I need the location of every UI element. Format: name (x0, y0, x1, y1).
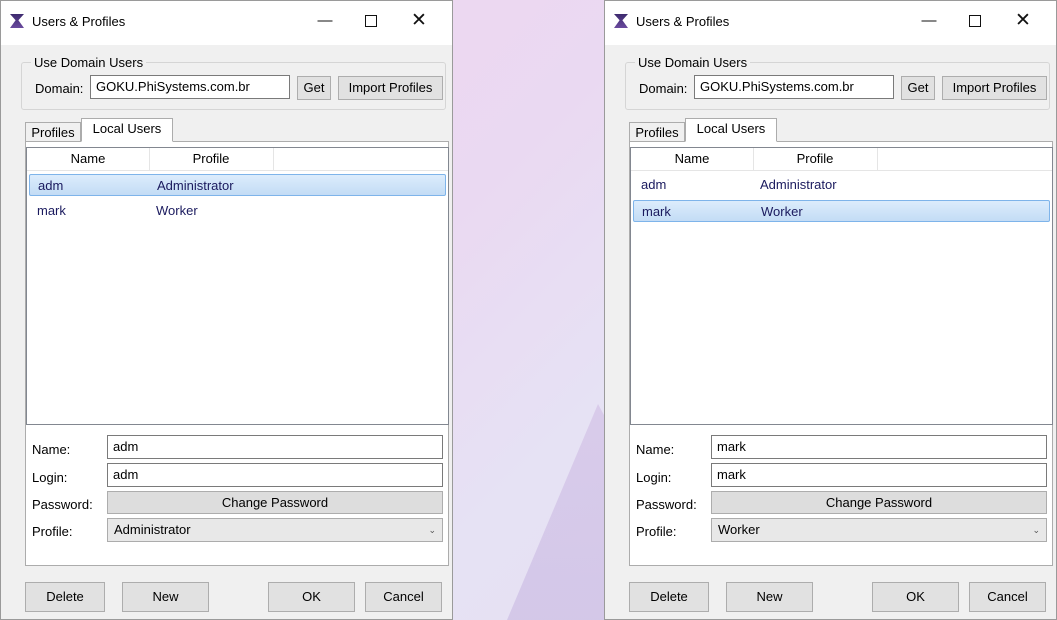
login-field[interactable]: adm (107, 463, 443, 487)
app-logo-icon (10, 14, 24, 28)
title-bar[interactable]: Users & Profiles — ✕ (605, 1, 1056, 45)
cancel-button[interactable]: Cancel (365, 582, 442, 612)
user-name-cell: mark (37, 203, 66, 218)
list-header: Name Profile (631, 148, 1052, 171)
user-profile-cell: Administrator (760, 177, 837, 192)
login-label: Login: (636, 470, 672, 485)
domain-input[interactable]: GOKU.PhiSystems.com.br (694, 75, 894, 99)
user-name-cell: mark (642, 204, 671, 219)
name-label: Name: (32, 442, 71, 457)
users-list[interactable]: Name Profile adm Administrator mark Work… (26, 147, 449, 425)
user-name-cell: adm (641, 177, 667, 192)
app-logo-icon (614, 14, 628, 28)
group-title: Use Domain Users (635, 55, 751, 70)
user-profile-cell: Worker (761, 204, 803, 219)
user-profile-cell: Administrator (157, 178, 234, 193)
name-field[interactable]: mark (711, 435, 1047, 459)
change-password-button[interactable]: Change Password (711, 491, 1047, 514)
users-profiles-window-right: Users & Profiles — ✕ Use Domain Users Do… (604, 0, 1057, 620)
tab-local-users[interactable]: Local Users (685, 118, 777, 142)
profile-label: Profile: (636, 524, 677, 539)
list-item[interactable]: mark Worker (633, 200, 1050, 222)
new-button[interactable]: New (122, 582, 209, 612)
change-password-button[interactable]: Change Password (107, 491, 443, 514)
column-header-profile[interactable]: Profile (149, 148, 274, 170)
column-header-name[interactable]: Name (631, 148, 754, 170)
delete-button[interactable]: Delete (25, 582, 105, 612)
profile-dropdown-value: Worker (718, 522, 760, 537)
close-button[interactable]: ✕ (396, 1, 442, 41)
cancel-button[interactable]: Cancel (969, 582, 1046, 612)
list-header: Name Profile (27, 148, 448, 171)
close-button[interactable]: ✕ (1000, 1, 1046, 41)
password-label: Password: (32, 497, 93, 512)
delete-button[interactable]: Delete (629, 582, 709, 612)
chevron-down-icon: ⌄ (1032, 525, 1040, 535)
import-profiles-button[interactable]: Import Profiles (942, 76, 1047, 100)
domain-label: Domain: (639, 81, 688, 96)
import-profiles-button[interactable]: Import Profiles (338, 76, 443, 100)
minimize-button[interactable]: — (906, 1, 952, 41)
get-button[interactable]: Get (297, 76, 331, 100)
users-list[interactable]: Name Profile adm Administrator mark Work… (630, 147, 1053, 425)
password-label: Password: (636, 497, 697, 512)
profile-dropdown[interactable]: Worker ⌄ (711, 518, 1047, 542)
user-name-cell: adm (38, 178, 64, 193)
new-button[interactable]: New (726, 582, 813, 612)
maximize-icon (969, 15, 981, 28)
tab-local-users[interactable]: Local Users (81, 118, 173, 142)
profile-dropdown[interactable]: Administrator ⌄ (107, 518, 443, 542)
group-title: Use Domain Users (31, 55, 147, 70)
domain-input[interactable]: GOKU.PhiSystems.com.br (90, 75, 290, 99)
ok-button[interactable]: OK (872, 582, 959, 612)
domain-label: Domain: (35, 81, 84, 96)
name-field[interactable]: adm (107, 435, 443, 459)
chevron-down-icon: ⌄ (428, 525, 436, 535)
users-profiles-window-left: Users & Profiles — ✕ Use Domain Users Do… (0, 0, 453, 620)
list-item[interactable]: mark Worker (29, 200, 446, 222)
login-field[interactable]: mark (711, 463, 1047, 487)
profile-dropdown-value: Administrator (114, 522, 191, 537)
list-item[interactable]: adm Administrator (29, 174, 446, 196)
get-button[interactable]: Get (901, 76, 935, 100)
maximize-icon (365, 15, 377, 28)
window-title: Users & Profiles (32, 14, 126, 29)
title-bar[interactable]: Users & Profiles — ✕ (1, 1, 452, 45)
column-header-name[interactable]: Name (27, 148, 150, 170)
list-item[interactable]: adm Administrator (633, 174, 1050, 196)
ok-button[interactable]: OK (268, 582, 355, 612)
profile-label: Profile: (32, 524, 73, 539)
maximize-button[interactable] (952, 1, 998, 41)
column-header-profile[interactable]: Profile (753, 148, 878, 170)
window-title: Users & Profiles (636, 14, 730, 29)
name-label: Name: (636, 442, 675, 457)
user-profile-cell: Worker (156, 203, 198, 218)
minimize-button[interactable]: — (302, 1, 348, 41)
login-label: Login: (32, 470, 68, 485)
maximize-button[interactable] (348, 1, 394, 41)
